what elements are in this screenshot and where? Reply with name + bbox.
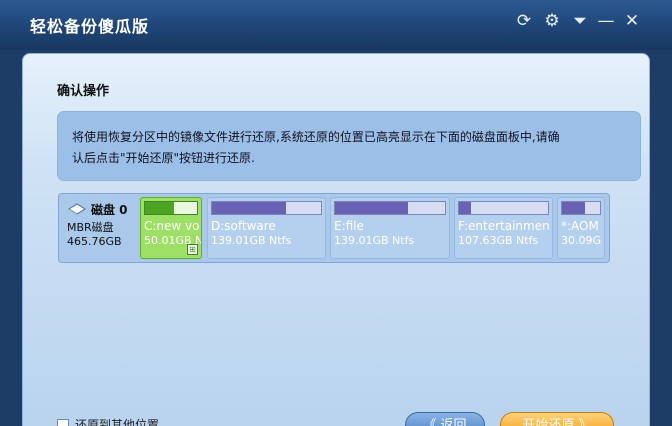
restore-other-location-checkbox[interactable] — [57, 418, 69, 426]
partition-label: F:entertainmen — [458, 219, 550, 233]
app-title: 轻松备份傻瓜版 — [30, 17, 150, 36]
usage-bar — [334, 201, 446, 215]
disk-name: 磁盘 0 — [91, 202, 128, 217]
partition-c[interactable]: C:new vo 50.01GB N ⊞ — [140, 197, 202, 259]
refresh-icon[interactable]: ⟳ — [513, 10, 535, 32]
title-bar: 轻松备份傻瓜版 ⟳ ⚙ ⏷ — ✕ — [0, 0, 672, 50]
main-panel: 确认操作 将使用恢复分区中的镜像文件进行还原,系统还原的位置已高亮显示在下面的磁… — [22, 53, 650, 426]
partition-size: 107.63GB Ntfs — [458, 234, 539, 247]
info-line-1: 将使用恢复分区中的镜像文件进行还原,系统还原的位置已高亮显示在下面的磁盘面板中,… — [72, 130, 560, 144]
info-message: 将使用恢复分区中的镜像文件进行还原,系统还原的位置已高亮显示在下面的磁盘面板中,… — [57, 111, 641, 181]
close-icon[interactable]: ✕ — [621, 10, 643, 32]
gear-icon[interactable]: ⚙ — [541, 10, 563, 32]
windows-icon: ⊞ — [187, 244, 198, 255]
checkbox-label: 还原到其他位置 — [75, 418, 160, 426]
partition-size: 139.01GB Ntfs — [211, 234, 292, 247]
disk-type: MBR磁盘 — [67, 221, 114, 234]
partition-size: 30.09G — [561, 234, 602, 247]
usage-bar — [211, 201, 322, 215]
usage-bar — [561, 201, 601, 215]
menu-dropdown-icon[interactable]: ⏷ — [569, 10, 591, 32]
partition-label: *:AOM — [561, 219, 599, 233]
partition-aom[interactable]: *:AOM 30.09G — [557, 197, 605, 259]
back-button[interactable]: 《 返回 — [405, 412, 485, 426]
partition-e[interactable]: E:file 139.01GB Ntfs — [330, 197, 450, 259]
usage-bar — [144, 201, 198, 215]
minimize-icon[interactable]: — — [595, 10, 617, 32]
disk-info: 磁盘 0 MBR磁盘 465.76GB — [59, 194, 137, 262]
partition-label: C:new vo — [144, 219, 200, 233]
restore-other-location-option[interactable]: 还原到其他位置 — [57, 416, 159, 426]
partition-f[interactable]: F:entertainmen 107.63GB Ntfs — [454, 197, 553, 259]
disk-panel: 磁盘 0 MBR磁盘 465.76GB C:new vo 50.01GB N ⊞… — [58, 193, 610, 263]
disk-size: 465.76GB — [67, 235, 122, 248]
section-title: 确认操作 — [57, 84, 110, 99]
partition-label: D:software — [211, 219, 276, 233]
usage-bar — [458, 201, 549, 215]
partition-d[interactable]: D:software 139.01GB Ntfs — [207, 197, 326, 259]
partition-label: E:file — [334, 219, 364, 233]
start-restore-button[interactable]: 开始还原 》 — [500, 412, 614, 426]
info-line-2: 认后点击"开始还原"按钮进行还原. — [72, 151, 255, 165]
partition-size: 139.01GB Ntfs — [334, 234, 415, 247]
disk-icon — [68, 203, 86, 215]
